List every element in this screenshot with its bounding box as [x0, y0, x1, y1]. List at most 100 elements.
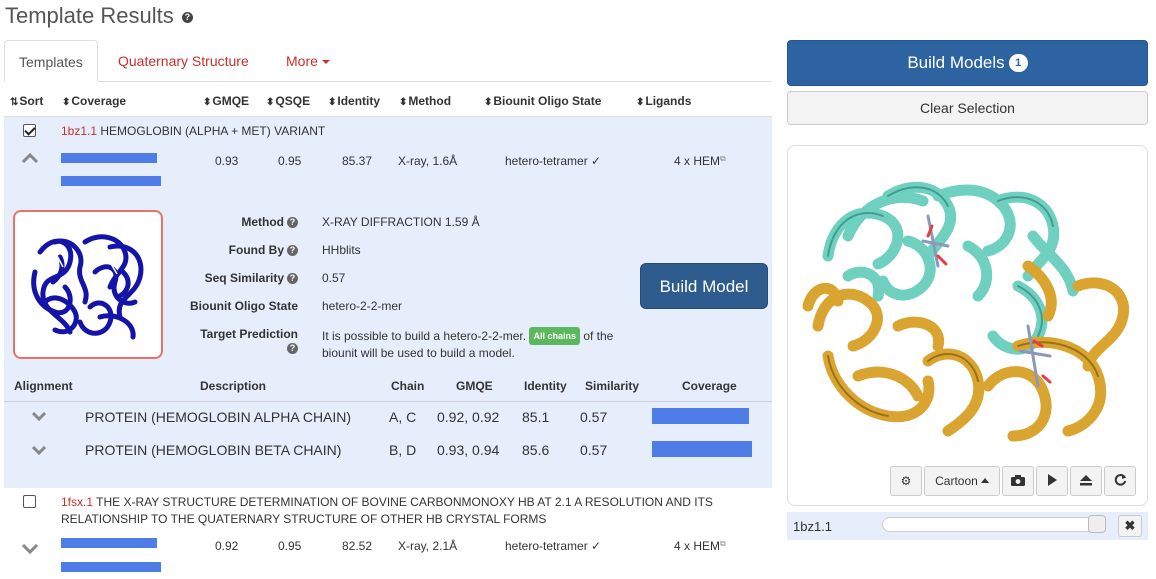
alignment-identity: 85.1 [522, 409, 550, 425]
identity-col-header: Identity [524, 379, 567, 393]
build-models-button[interactable]: Build Models 1 [787, 40, 1148, 86]
chevron-down-icon[interactable] [21, 541, 39, 557]
coverage-header[interactable]: ⬍Coverage [62, 94, 126, 108]
target-text: of the [583, 329, 614, 343]
refresh-icon[interactable] [1104, 466, 1136, 496]
ligands-header[interactable]: ⬍Ligands [636, 94, 691, 108]
alignment-header: Alignment [14, 379, 73, 393]
tab-templates[interactable]: Templates [4, 40, 98, 82]
gear-icon[interactable]: ⚙ [890, 466, 922, 496]
detail-seqsim-value: 0.57 [322, 271, 346, 285]
help-icon[interactable]: ? [287, 217, 298, 228]
target-text: It is possible to build a hetero-2-2-mer… [322, 329, 527, 343]
camera-icon[interactable] [1002, 466, 1034, 496]
build-model-button[interactable]: Build Model [640, 263, 768, 309]
slider-handle[interactable] [1088, 515, 1106, 533]
sort-label: Sort [19, 94, 44, 108]
template-checkbox-1fsx[interactable] [23, 495, 36, 508]
play-icon[interactable] [1036, 466, 1068, 496]
tab-more[interactable]: More [272, 40, 344, 82]
page-title: Template Results ? [5, 3, 193, 29]
qsqe-value: 0.95 [278, 154, 302, 168]
sort-icon: ⇅ [10, 97, 19, 108]
chevron-down-icon[interactable] [31, 442, 47, 458]
identity-header[interactable]: ⬍Identity [328, 94, 380, 108]
chevron-down-icon[interactable] [31, 408, 47, 424]
coverage-bar [61, 562, 161, 572]
eject-icon[interactable] [1070, 466, 1102, 496]
build-models-label: Build Models [907, 53, 1005, 72]
qsqe-value: 0.95 [278, 539, 302, 553]
alignment-divider [4, 401, 772, 402]
gmqe-header[interactable]: ⬍GMQE [203, 94, 249, 108]
method-header[interactable]: ⬍Method [399, 94, 451, 108]
template-checkbox-1bz1[interactable] [23, 124, 36, 137]
qsqe-header[interactable]: ⬍QSQE [266, 94, 310, 108]
help-icon[interactable]: ? [287, 273, 298, 284]
external-link-icon: ⧉ [720, 539, 726, 548]
identity-value: 82.52 [342, 539, 373, 553]
caret-down-icon [321, 60, 330, 64]
tab-quaternary-structure[interactable]: Quaternary Structure [104, 40, 263, 82]
chevron-up-icon[interactable] [21, 150, 39, 166]
alignment-chain: A, C [389, 409, 417, 425]
oligo-value: hetero-tetramer ✓ [505, 154, 602, 168]
style-dropdown[interactable]: Cartoon [924, 466, 1000, 496]
ligands-value[interactable]: 4 x HEM⧉ [674, 539, 726, 553]
detail-target-label: Target Prediction? [188, 327, 298, 355]
coverage-col-header: Coverage [682, 379, 737, 393]
help-icon[interactable]: ? [181, 12, 193, 23]
method-value: X-ray, 2.1Å [398, 539, 458, 553]
oligo-label: Biounit Oligo State [493, 94, 602, 108]
sort-icon: ⬍ [636, 97, 645, 108]
model-name: 1bz1.1 [793, 519, 833, 534]
sort-icon: ⬍ [266, 97, 275, 108]
description-header: Description [200, 379, 267, 393]
sort-header[interactable]: ⇅Sort [10, 94, 43, 108]
oligo-value: hetero-tetramer ✓ [505, 539, 602, 553]
template-name: THE X-RAY STRUCTURE DETERMINATION OF BOV… [96, 495, 713, 509]
opacity-slider[interactable] [882, 517, 1106, 532]
chain-header: Chain [391, 379, 425, 393]
build-count-badge: 1 [1008, 54, 1028, 72]
coverage-label: Coverage [71, 94, 127, 108]
page-title-text: Template Results [5, 3, 174, 28]
help-icon[interactable]: ? [287, 245, 298, 256]
template-id[interactable]: 1fsx.1 [61, 495, 93, 509]
template-id[interactable]: 1bz1.1 [61, 124, 97, 138]
alignment-similarity: 0.57 [580, 409, 608, 425]
template-title-1bz1[interactable]: 1bz1.1 HEMOGLOBIN (ALPHA + MET) VARIANT [61, 124, 325, 138]
detail-oligo-label: Biounit Oligo State [190, 299, 298, 313]
alignment-gmqe: 0.93, 0.94 [437, 442, 500, 458]
template-title-1fsx[interactable]: 1fsx.1 THE X-RAY STRUCTURE DETERMINATION… [61, 494, 713, 528]
alignment-gmqe: 0.92, 0.92 [437, 409, 500, 425]
target-text: biounit will be used to build a model. [322, 346, 515, 360]
identity-value: 85.37 [342, 154, 373, 168]
detail-target-label-text: Target Prediction [200, 327, 298, 341]
method-value: X-ray, 1.6Å [398, 154, 458, 168]
alignment-description: PROTEIN (HEMOGLOBIN BETA CHAIN) [85, 442, 342, 458]
identity-label: Identity [337, 94, 381, 108]
method-label: Method [408, 94, 452, 108]
sort-icon: ⬍ [484, 97, 493, 108]
similarity-header: Similarity [585, 379, 640, 393]
detail-method-label-text: Method [241, 215, 284, 229]
close-icon[interactable]: ✖ [1118, 515, 1142, 537]
alignment-chain: B, D [389, 442, 417, 458]
clear-selection-button[interactable]: Clear Selection [787, 91, 1148, 125]
alignment-similarity: 0.57 [580, 442, 608, 458]
sort-icon: ⬍ [399, 97, 408, 108]
sort-icon: ⬍ [62, 97, 71, 108]
detail-found-value: HHblits [322, 243, 361, 257]
oligo-header[interactable]: ⬍Biounit Oligo State [484, 94, 601, 108]
gmqe-col-header: GMQE [456, 379, 493, 393]
all-chains-badge: All chains [529, 327, 580, 345]
help-icon[interactable]: ? [287, 343, 298, 354]
sort-icon: ⬍ [328, 97, 337, 108]
template-name: HEMOGLOBIN (ALPHA + MET) VARIANT [100, 124, 326, 138]
gmqe-value: 0.92 [215, 539, 239, 553]
structure-thumbnail[interactable] [13, 210, 163, 359]
template-name: RELATIONSHIP TO THE QUATERNARY STRUCTURE… [61, 512, 547, 526]
structure-viewer[interactable] [787, 145, 1148, 506]
ligands-value[interactable]: 4 x HEM⧉ [674, 154, 726, 168]
